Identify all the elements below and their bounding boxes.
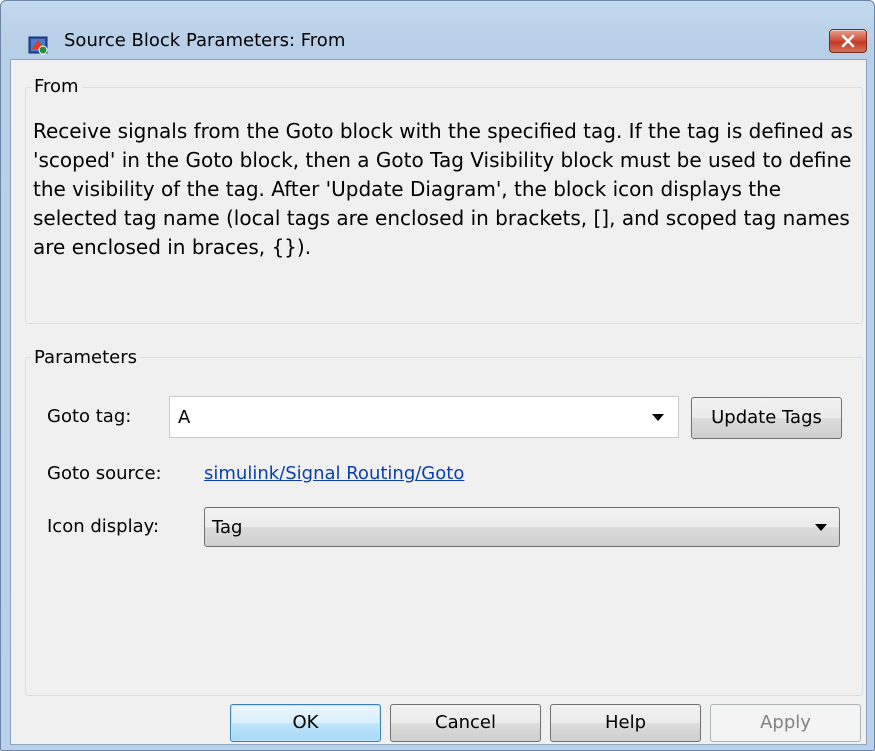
apply-button[interactable]: Apply xyxy=(710,704,861,742)
apply-button-label: Apply xyxy=(760,712,811,733)
title-bar[interactable]: Source Block Parameters: From xyxy=(1,1,874,55)
description-group-label: From xyxy=(31,76,82,97)
ok-button-label: OK xyxy=(292,712,319,733)
goto-source-link[interactable]: simulink/Signal Routing/Goto xyxy=(204,463,464,484)
goto-source-label: Goto source: xyxy=(47,463,162,484)
icon-display-value: Tag xyxy=(212,517,243,538)
block-description: Receive signals from the Goto block with… xyxy=(33,119,853,259)
chevron-down-icon xyxy=(815,524,827,531)
window-title: Source Block Parameters: From xyxy=(64,30,346,51)
help-button[interactable]: Help xyxy=(550,704,701,742)
icon-display-select[interactable]: Tag xyxy=(204,507,840,547)
goto-tag-value[interactable]: A xyxy=(178,407,190,428)
update-tags-button[interactable]: Update Tags xyxy=(691,397,842,439)
cancel-button[interactable]: Cancel xyxy=(390,704,541,742)
icon-display-label: Icon display: xyxy=(47,516,160,537)
goto-tag-combobox[interactable]: A xyxy=(169,396,679,438)
close-icon xyxy=(841,34,855,48)
simulink-block-icon xyxy=(28,36,48,55)
goto-tag-label: Goto tag: xyxy=(47,406,132,427)
ok-button[interactable]: OK xyxy=(230,704,381,742)
cancel-button-label: Cancel xyxy=(435,712,496,733)
chevron-down-icon[interactable] xyxy=(652,414,664,422)
help-button-label: Help xyxy=(604,712,647,733)
dialog-window: Source Block Parameters: From From Recei… xyxy=(0,0,875,751)
update-tags-button-label: Update Tags xyxy=(711,407,822,428)
parameters-group-label: Parameters xyxy=(31,347,141,368)
close-button[interactable] xyxy=(829,29,867,53)
